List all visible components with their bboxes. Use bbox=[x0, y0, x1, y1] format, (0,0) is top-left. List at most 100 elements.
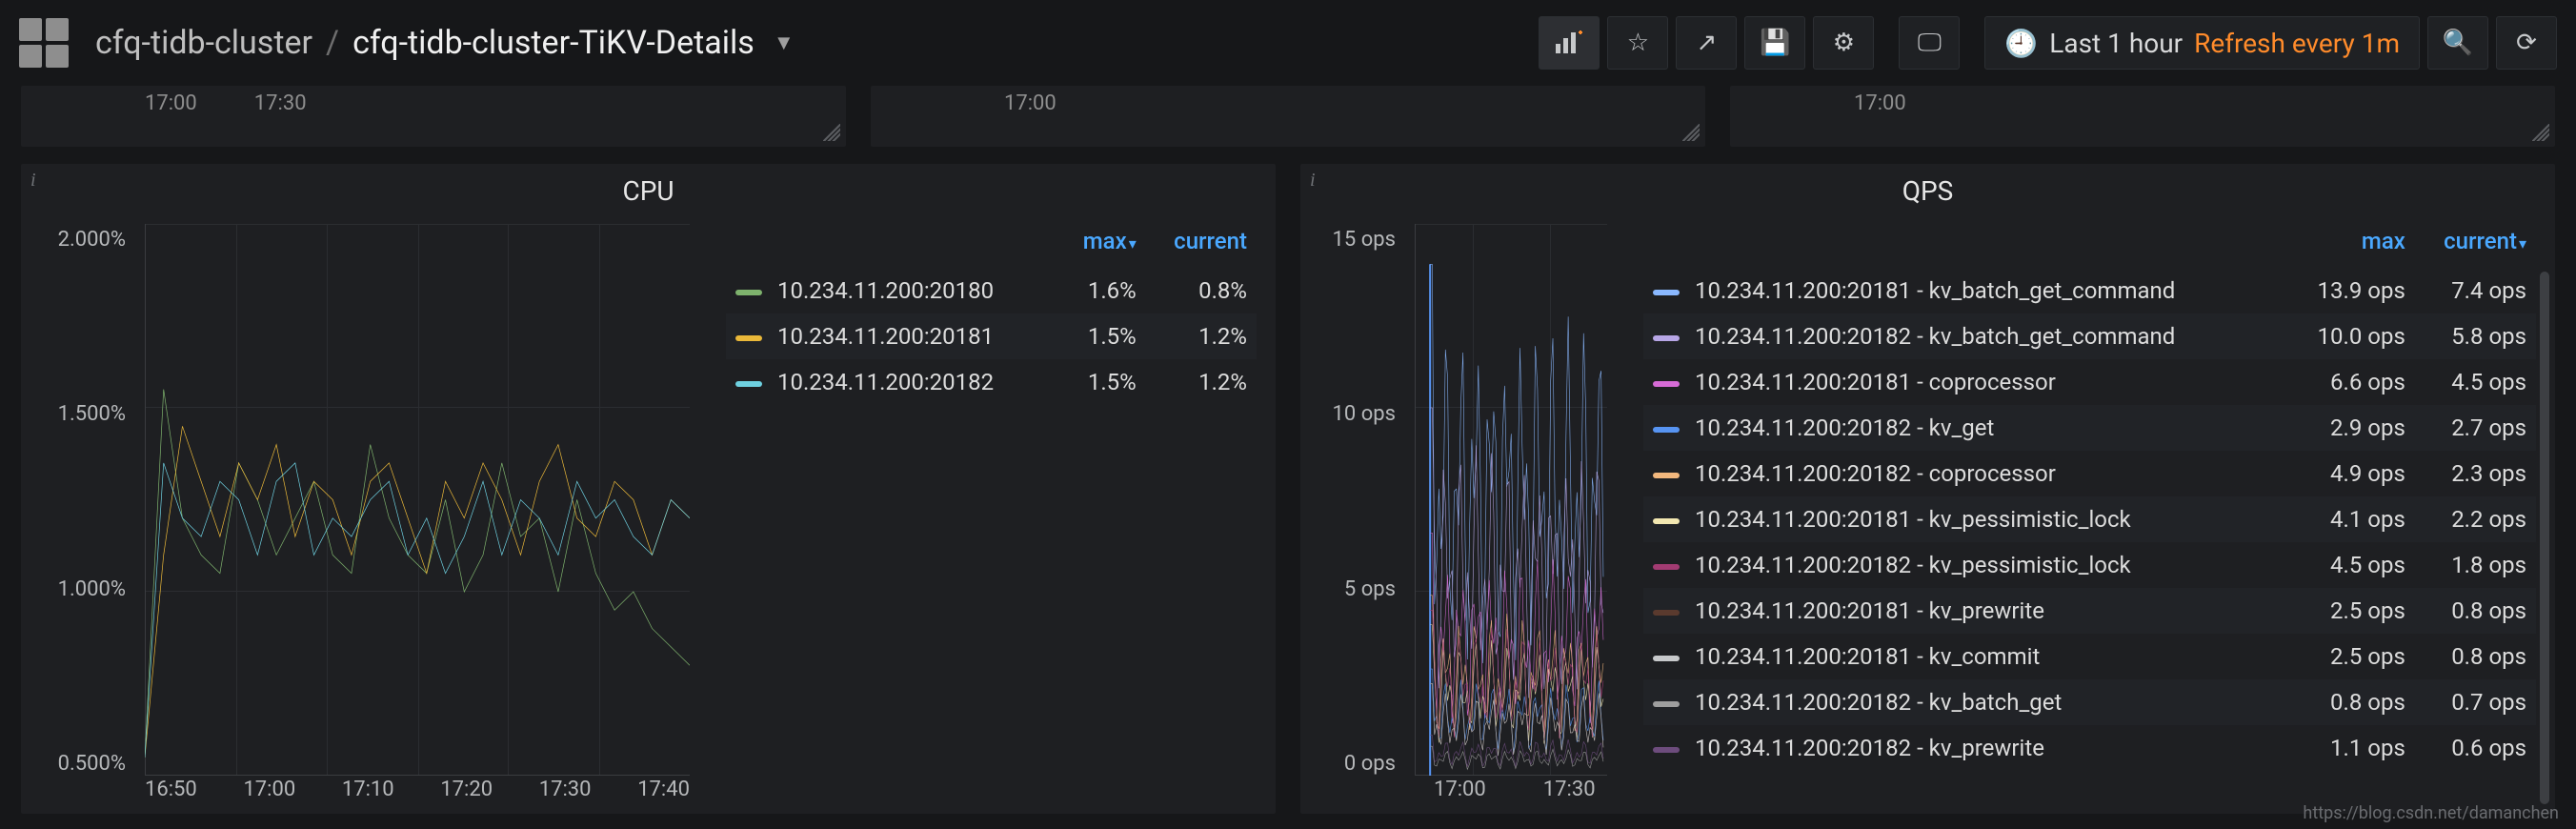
legend-row[interactable]: 10.234.11.200:20182 - kv_pessimistic_loc… bbox=[1643, 542, 2536, 588]
legend-header-name[interactable] bbox=[726, 222, 1059, 268]
previous-panel-2[interactable]: 17:00 bbox=[871, 86, 1705, 147]
previous-panel-3[interactable]: 17:00 bbox=[1730, 86, 2555, 147]
panel-qps[interactable]: i QPS 15 ops 10 ops 5 ops 0 ops bbox=[1300, 164, 2555, 814]
legend-series-name[interactable]: 10.234.11.200:20182 - kv_batch_get_comma… bbox=[1643, 313, 2287, 359]
previous-panel-1[interactable]: 17:00 17:30 bbox=[21, 86, 846, 147]
legend-row[interactable]: 10.234.11.200:20182 1.5% 1.2% bbox=[726, 359, 1257, 405]
series-swatch-icon bbox=[1653, 701, 1680, 707]
legend-series-name[interactable]: 10.234.11.200:20182 - kv_get bbox=[1643, 405, 2287, 451]
x-axis: 17:00 17:30 bbox=[1415, 778, 1607, 814]
legend-row[interactable]: 10.234.11.200:20180 1.6% 0.8% bbox=[726, 268, 1257, 313]
legend-row[interactable]: 10.234.11.200:20182 - kv_get 2.9 ops 2.7… bbox=[1643, 405, 2536, 451]
info-icon[interactable]: i bbox=[30, 170, 36, 192]
legend-header-current[interactable]: current bbox=[1146, 222, 1257, 268]
legend-series-name[interactable]: 10.234.11.200:20181 - kv_pessimistic_loc… bbox=[1643, 496, 2287, 542]
legend-row[interactable]: 10.234.11.200:20181 - coprocessor 6.6 op… bbox=[1643, 359, 2536, 405]
legend-max: 0.8 ops bbox=[2287, 679, 2415, 725]
y-axis: 2.000% 1.500% 1.000% 0.500% bbox=[30, 224, 135, 776]
legend-row[interactable]: 10.234.11.200:20182 - kv_batch_get_comma… bbox=[1643, 313, 2536, 359]
legend-row[interactable]: 10.234.11.200:20181 - kv_prewrite 2.5 op… bbox=[1643, 588, 2536, 634]
legend-header-max[interactable]: max bbox=[1059, 222, 1146, 268]
legend-row[interactable]: 10.234.11.200:20181 - kv_batch_get_comma… bbox=[1643, 268, 2536, 313]
add-panel-button[interactable] bbox=[1539, 16, 1600, 70]
legend-max: 10.0 ops bbox=[2287, 313, 2415, 359]
legend-series-name[interactable]: 10.234.11.200:20181 - kv_commit bbox=[1643, 634, 2287, 679]
search-icon: 🔍 bbox=[2443, 29, 2473, 57]
legend-current: 7.4 ops bbox=[2415, 268, 2536, 313]
dashboard-title[interactable]: cfq-tidb-cluster-TiKV-Details bbox=[352, 24, 755, 62]
grafana-logo-icon[interactable] bbox=[19, 18, 69, 68]
breadcrumb[interactable]: cfq-tidb-cluster / cfq-tidb-cluster-TiKV… bbox=[95, 24, 1527, 62]
legend-max: 4.5 ops bbox=[2287, 542, 2415, 588]
gear-icon: ⚙ bbox=[1833, 29, 1855, 57]
legend-max: 2.5 ops bbox=[2287, 588, 2415, 634]
cycle-view-button[interactable]: 🖵 bbox=[1899, 16, 1960, 70]
series-swatch-icon bbox=[1653, 473, 1680, 478]
legend-series-name[interactable]: 10.234.11.200:20182 - kv_batch_get bbox=[1643, 679, 2287, 725]
legend-row[interactable]: 10.234.11.200:20182 - kv_prewrite 1.1 op… bbox=[1643, 725, 2536, 771]
series-swatch-icon bbox=[735, 335, 762, 341]
y-tick: 15 ops bbox=[1333, 228, 1396, 252]
axis-tick: 17:00 bbox=[145, 91, 197, 115]
legend-row[interactable]: 10.234.11.200:20182 - kv_batch_get 0.8 o… bbox=[1643, 679, 2536, 725]
legend-series-name[interactable]: 10.234.11.200:20181 - kv_batch_get_comma… bbox=[1643, 268, 2287, 313]
zoom-out-button[interactable]: 🔍 bbox=[2427, 16, 2488, 70]
legend-current: 2.7 ops bbox=[2415, 405, 2536, 451]
legend-series-name[interactable]: 10.234.11.200:20182 - coprocessor bbox=[1643, 451, 2287, 496]
resize-handle-icon[interactable] bbox=[2532, 124, 2549, 141]
legend-current: 5.8 ops bbox=[2415, 313, 2536, 359]
x-tick: 16:50 bbox=[145, 778, 197, 814]
series-swatch-icon bbox=[1653, 518, 1680, 524]
legend-series-name[interactable]: 10.234.11.200:20181 bbox=[726, 313, 1059, 359]
y-tick: 0.500% bbox=[58, 752, 126, 776]
cpu-graph[interactable]: 2.000% 1.500% 1.000% 0.500% bbox=[21, 214, 707, 814]
panel-title: CPU bbox=[21, 164, 1276, 214]
refresh-button[interactable]: ⟳ bbox=[2496, 16, 2557, 70]
x-tick: 17:30 bbox=[539, 778, 592, 814]
legend-header-current[interactable]: current bbox=[2415, 222, 2536, 268]
qps-graph[interactable]: 15 ops 10 ops 5 ops 0 ops bbox=[1300, 214, 1624, 814]
panel-cpu[interactable]: i CPU 2.000% 1.500% 1.000% 0.500% bbox=[21, 164, 1276, 814]
toolbar: ☆ ↗ 💾 ⚙ 🖵 🕘 Last 1 hour Refresh every 1m… bbox=[1539, 16, 2557, 70]
qps-legend[interactable]: max current 10.234.11.200:20181 - kv_bat… bbox=[1624, 214, 2555, 814]
legend-current: 1.2% bbox=[1146, 359, 1257, 405]
legend-series-name[interactable]: 10.234.11.200:20181 - coprocessor bbox=[1643, 359, 2287, 405]
breadcrumb-sep: / bbox=[326, 24, 339, 62]
axis-tick: 17:30 bbox=[254, 91, 307, 115]
legend-current: 0.8 ops bbox=[2415, 588, 2536, 634]
x-tick: 17:40 bbox=[637, 778, 690, 814]
legend-max: 6.6 ops bbox=[2287, 359, 2415, 405]
panel-title: QPS bbox=[1300, 164, 2555, 214]
legend-row[interactable]: 10.234.11.200:20181 1.5% 1.2% bbox=[726, 313, 1257, 359]
time-range-picker[interactable]: 🕘 Last 1 hour Refresh every 1m bbox=[1984, 16, 2420, 70]
y-tick: 1.000% bbox=[58, 577, 126, 601]
series-swatch-icon bbox=[1653, 381, 1680, 387]
star-button[interactable]: ☆ bbox=[1607, 16, 1668, 70]
qps-lines bbox=[1415, 224, 1607, 776]
legend-current: 0.8 ops bbox=[2415, 634, 2536, 679]
legend-header-max[interactable]: max bbox=[2287, 222, 2415, 268]
legend-row[interactable]: 10.234.11.200:20181 - kv_pessimistic_loc… bbox=[1643, 496, 2536, 542]
info-icon[interactable]: i bbox=[1310, 170, 1316, 192]
settings-button[interactable]: ⚙ bbox=[1813, 16, 1874, 70]
y-tick: 5 ops bbox=[1344, 577, 1396, 601]
share-button[interactable]: ↗ bbox=[1676, 16, 1737, 70]
breadcrumb-folder[interactable]: cfq-tidb-cluster bbox=[95, 24, 312, 62]
legend-header-name[interactable] bbox=[1643, 222, 2287, 268]
legend-series-name[interactable]: 10.234.11.200:20182 - kv_pessimistic_loc… bbox=[1643, 542, 2287, 588]
legend-row[interactable]: 10.234.11.200:20182 - coprocessor 4.9 op… bbox=[1643, 451, 2536, 496]
clock-icon: 🕘 bbox=[2004, 28, 2038, 59]
save-button[interactable]: 💾 bbox=[1744, 16, 1805, 70]
legend-row[interactable]: 10.234.11.200:20181 - kv_commit 2.5 ops … bbox=[1643, 634, 2536, 679]
resize-handle-icon[interactable] bbox=[1682, 124, 1700, 141]
resize-handle-icon[interactable] bbox=[823, 124, 840, 141]
series-swatch-icon bbox=[1653, 290, 1680, 295]
x-tick: 17:00 bbox=[243, 778, 295, 814]
legend-max: 13.9 ops bbox=[2287, 268, 2415, 313]
legend-series-name[interactable]: 10.234.11.200:20181 - kv_prewrite bbox=[1643, 588, 2287, 634]
legend-series-name[interactable]: 10.234.11.200:20180 bbox=[726, 268, 1059, 313]
chevron-down-icon[interactable]: ▼ bbox=[774, 30, 795, 55]
legend-series-name[interactable]: 10.234.11.200:20182 bbox=[726, 359, 1059, 405]
cpu-legend[interactable]: max current 10.234.11.200:20180 1.6% 0.8… bbox=[707, 214, 1276, 814]
legend-series-name[interactable]: 10.234.11.200:20182 - kv_prewrite bbox=[1643, 725, 2287, 771]
